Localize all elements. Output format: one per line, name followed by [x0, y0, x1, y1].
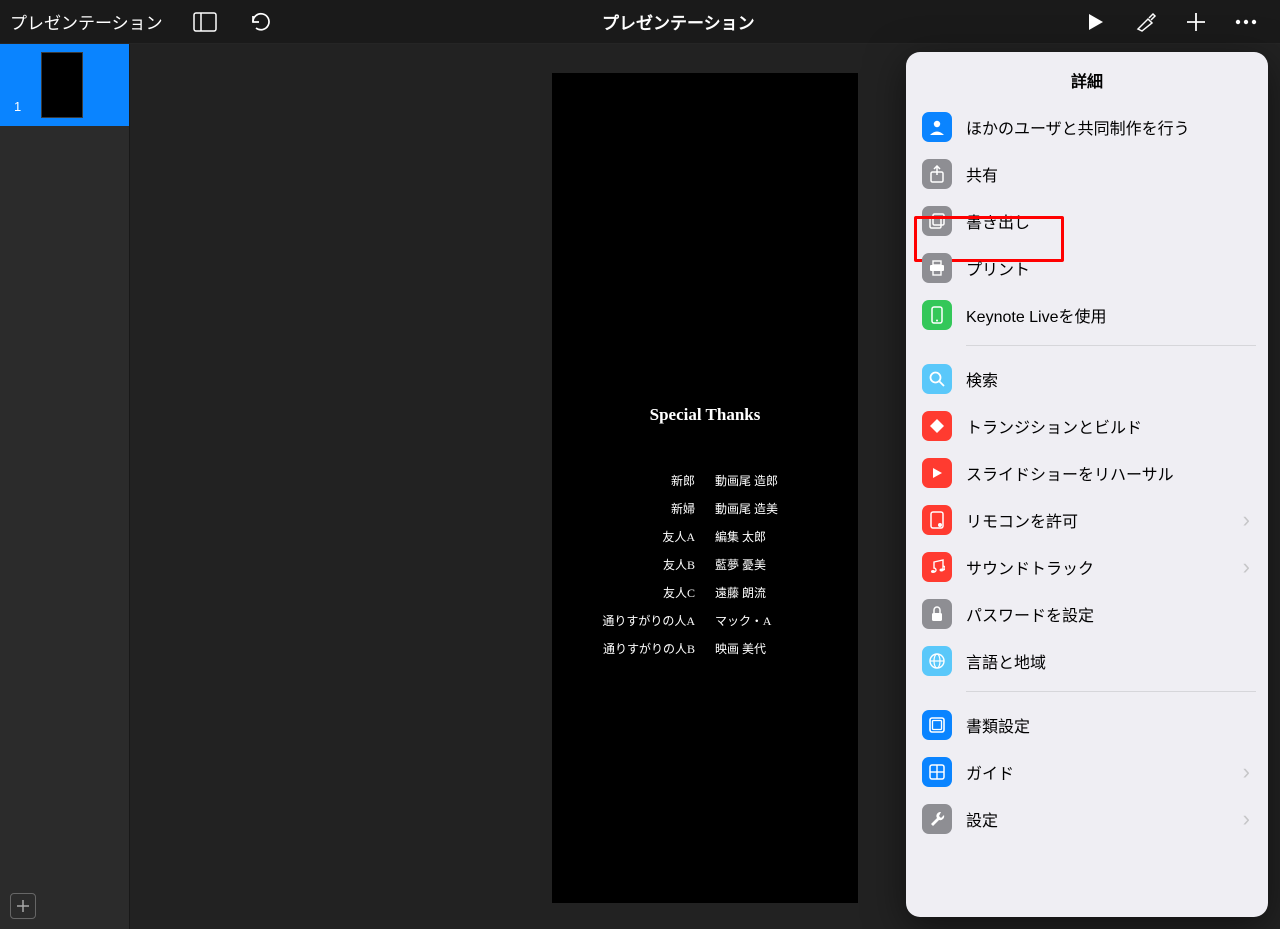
back-button[interactable]: プレゼンテーション: [10, 9, 163, 34]
credit-role: 友人B: [585, 553, 695, 577]
menu-label: パスワードを設定: [966, 602, 1094, 626]
menu-transitions[interactable]: トランジションとビルド: [918, 403, 1256, 450]
chevron-right-icon: ›: [1243, 759, 1250, 785]
toolbar: プレゼンテーション プレゼンテーション: [0, 0, 1280, 44]
play-icon: [922, 458, 952, 488]
menu-rehearse[interactable]: スライドショーをリハーサル: [918, 450, 1256, 497]
lock-icon: [922, 599, 952, 629]
play-icon[interactable]: [1082, 8, 1110, 36]
add-icon[interactable]: [1182, 8, 1210, 36]
undo-icon[interactable]: [247, 8, 275, 36]
search-icon: [922, 364, 952, 394]
menu-soundtrack[interactable]: サウンドトラック ›: [918, 544, 1256, 591]
credit-name: 藍夢 憂美: [715, 553, 825, 577]
menu-label: 共有: [966, 162, 998, 186]
credit-role: 通りすがりの人B: [585, 637, 695, 661]
menu-guides[interactable]: ガイド ›: [918, 749, 1256, 796]
menu-remote[interactable]: リモコンを許可 ›: [918, 497, 1256, 544]
menu-settings[interactable]: 設定 ›: [918, 796, 1256, 843]
credit-role: 新郎: [585, 469, 695, 493]
credit-row: 友人C 遠藤 朗流: [585, 581, 825, 605]
more-icon[interactable]: [1232, 8, 1260, 36]
chevron-right-icon: ›: [1243, 806, 1250, 832]
menu-label: 検索: [966, 367, 998, 391]
print-icon: [922, 253, 952, 283]
credit-name: 編集 太郎: [715, 525, 825, 549]
menu-share[interactable]: 共有: [918, 151, 1256, 198]
diamond-icon: [922, 411, 952, 441]
credits-block: 新郎動画尾 造郎新婦動画尾 造美友人A編集 太郎友人B藍夢 憂美友人C遠藤 朗流…: [585, 469, 825, 661]
menu-label: リモコンを許可: [966, 508, 1078, 532]
slide-thumbnail: [41, 52, 83, 118]
credit-row: 通りすがりの人B 映画 美代: [585, 637, 825, 661]
slide[interactable]: Special Thanks 新郎動画尾 造郎新婦動画尾 造美友人A編集 太郎友…: [552, 73, 858, 903]
music-icon: [922, 552, 952, 582]
slide-navigator: 1: [0, 44, 130, 929]
slide-heading: Special Thanks: [650, 405, 761, 425]
chevron-right-icon: ›: [1243, 554, 1250, 580]
menu-label: ほかのユーザと共同制作を行う: [966, 115, 1190, 139]
menu-keynote-live[interactable]: Keynote Liveを使用: [918, 292, 1256, 339]
credit-role: 友人A: [585, 525, 695, 549]
wrench-icon: [922, 804, 952, 834]
menu-label: Keynote Liveを使用: [966, 303, 1107, 327]
menu-search[interactable]: 検索: [918, 356, 1256, 403]
remote-icon: [922, 505, 952, 535]
credit-name: 動画尾 造郎: [715, 469, 825, 493]
document-icon: [922, 710, 952, 740]
menu-print[interactable]: プリント: [918, 245, 1256, 292]
document-title: プレゼンテーション: [275, 9, 1082, 34]
credit-role: 通りすがりの人A: [585, 609, 695, 633]
chevron-right-icon: ›: [1243, 507, 1250, 533]
view-mode-icon[interactable]: [191, 8, 219, 36]
globe-icon: [922, 646, 952, 676]
credit-name: 遠藤 朗流: [715, 581, 825, 605]
menu-label: トランジションとビルド: [966, 414, 1142, 438]
menu-password[interactable]: パスワードを設定: [918, 591, 1256, 638]
person-icon: [922, 112, 952, 142]
format-brush-icon[interactable]: [1132, 8, 1160, 36]
credit-row: 通りすがりの人A マック・A: [585, 609, 825, 633]
credit-row: 新郎動画尾 造郎: [585, 469, 825, 493]
menu-label: ガイド: [966, 760, 1014, 784]
credit-name: マック・A: [715, 609, 825, 633]
credit-row: 友人A 編集 太郎: [585, 525, 825, 549]
add-slide-button[interactable]: [10, 893, 36, 919]
menu-language-region[interactable]: 言語と地域: [918, 638, 1256, 685]
credit-name: 動画尾 造美: [715, 497, 825, 521]
menu-label: 書類設定: [966, 713, 1030, 737]
menu-label: 言語と地域: [966, 649, 1046, 673]
menu-collaborate[interactable]: ほかのユーザと共同制作を行う: [918, 104, 1256, 151]
slide-thumbnail-1[interactable]: 1: [0, 44, 129, 126]
credit-row: 新婦動画尾 造美: [585, 497, 825, 521]
credit-role: 友人C: [585, 581, 695, 605]
slide-number: 1: [6, 99, 21, 118]
credit-row: 友人B 藍夢 憂美: [585, 553, 825, 577]
share-icon: [922, 159, 952, 189]
popover-title: 詳細: [906, 52, 1268, 104]
guides-icon: [922, 757, 952, 787]
more-popover: 詳細 ほかのユーザと共同制作を行う 共有 書き出し プリント: [906, 52, 1268, 917]
device-icon: [922, 300, 952, 330]
menu-label: サウンドトラック: [966, 555, 1094, 579]
credit-name: 映画 美代: [715, 637, 825, 661]
credit-role: 新婦: [585, 497, 695, 521]
menu-label: 設定: [966, 807, 998, 831]
menu-label: スライドショーをリハーサル: [966, 461, 1174, 485]
menu-doc-setup[interactable]: 書類設定: [918, 702, 1256, 749]
menu-label: プリント: [966, 256, 1030, 280]
